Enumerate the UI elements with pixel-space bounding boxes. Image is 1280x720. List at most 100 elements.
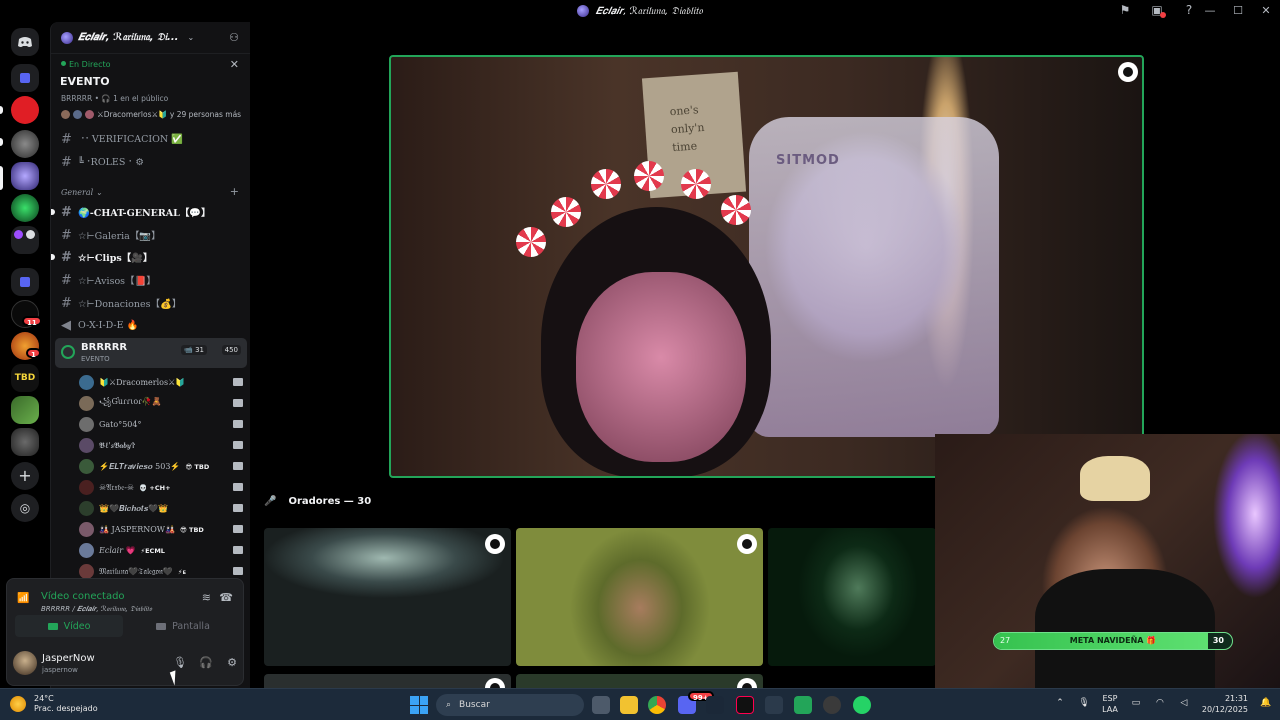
server-folder[interactable] [11,226,39,254]
hash-icon: # [61,272,72,288]
candy-headband-icon [551,197,581,227]
camera-badge-icon[interactable] [737,534,757,554]
weather-widget[interactable]: 24°C Prac. despejado [10,694,98,714]
channel-clips[interactable]: # ☆⊢Clips【🎥】 [51,247,245,267]
logo-tile [410,696,419,705]
video-tile[interactable] [516,674,763,688]
voice-user[interactable]: 🎎 JASPERNOW🎎 😎 TBD [79,519,243,540]
notification-bell-icon[interactable]: 🔔 [1260,698,1272,710]
voice-user[interactable]: 👑🖤𝑩𝒊𝒄𝒉𝒐𝒕𝒔🖤👑 [79,498,243,519]
disconnect-icon[interactable]: ☎ [219,591,233,604]
close-icon[interactable]: ✕ [1252,0,1280,22]
folder-icon[interactable] [11,64,39,92]
close-icon[interactable]: ✕ [230,58,239,71]
minimize-icon[interactable]: — [1196,0,1224,22]
screen-share-button[interactable]: Pantalla [129,615,237,637]
chevron-up-icon[interactable]: ⌃ [1054,698,1066,710]
voice-user[interactable]: ☠𝔄𝔯𝔵𝔟𝔢-☠ 💀 +CH+ [79,477,243,498]
app-icon[interactable] [765,696,783,714]
user-count: 450 [221,345,241,355]
server-icon-landscape[interactable] [11,396,39,424]
display-icon[interactable]: ▭ [1130,698,1142,710]
voice-user[interactable]: ⚡𝑬𝑳𝑻𝒓𝒂𝒗𝒊𝒆𝒔𝒐 503⚡ 😎 TBD [79,456,243,477]
current-user[interactable]: JasperNow jaspernow 🎙 🎧 ⚙ [13,651,239,679]
voice-channel-brrrrr[interactable]: BRRRRR EVENTO 📹 31 450 [55,338,247,368]
server-icon-avatar[interactable] [11,130,39,158]
server-header[interactable]: 𝑬𝒄𝒍𝒂𝒊𝒓, ℛ𝔞𝔯𝔦𝔩𝔲𝔫𝔞, 𝔇𝔦... ⌄ ⚇ [51,22,251,54]
steam-icon[interactable] [706,696,724,714]
channel-avisos[interactable]: # ☆⊢Avisos【📕】 [55,270,245,290]
obs-icon[interactable] [823,696,841,714]
unread-pill [51,209,55,215]
channel-verificacion[interactable]: # ⠐⠂VERIFICACION ✅ [55,129,245,149]
channel-roles[interactable]: # ╚⠐ROLES⠐ ⚙ [55,152,245,172]
clock[interactable]: 21:31 20/12/2025 [1202,693,1248,715]
voice-user[interactable]: Gato°504° [79,414,243,435]
chevron-down-icon: ⌄ [187,33,195,42]
maximize-icon[interactable]: ☐ [1224,0,1252,22]
signal-icon[interactable]: 📶 [17,593,31,607]
category-general[interactable]: General ⌄ [61,188,102,197]
server-icon-red[interactable] [11,96,39,124]
video-tile[interactable] [264,674,511,688]
focused-video-tile[interactable]: one's only'n time SITMOD [389,55,1144,478]
inbox-icon[interactable]: ▣ [1150,3,1166,18]
unread-pill [0,138,3,146]
channel-donaciones[interactable]: # ☆⊢Donaciones【💰】 [55,293,245,313]
camera-badge-icon[interactable] [737,678,757,688]
mic-icon[interactable]: 🎙 [171,654,189,672]
windows-start-icon[interactable] [410,696,428,714]
app-icon-green[interactable] [794,696,812,714]
video-button[interactable]: Vídeo [15,615,123,637]
server-icon-cat[interactable] [11,428,39,456]
flag-icon[interactable]: ⚑ [1118,3,1132,17]
channel-galeria[interactable]: # ☆⊢Galeria【📷】 [55,225,245,245]
wifi-icon[interactable]: ◠ [1154,698,1166,710]
video-tile[interactable] [768,528,936,666]
folder-icon[interactable] [11,268,39,296]
user-panel: 📶 Vídeo conectado BRRRRR / 𝑬𝒄𝒍𝒂𝒊𝒓, ℛ𝔞𝔯𝔦𝔩… [6,578,244,686]
video-label: Vídeo [63,620,91,632]
invite-icon[interactable]: ⚇ [229,31,239,44]
help-icon[interactable]: ? [1182,3,1196,17]
voice-user[interactable]: 𝕭ℓ'𝒔𝕭𝒂𝒃𝒚✞ [79,435,243,456]
clock-date: 20/12/2025 [1201,705,1248,714]
system-tray: ⌃ 🎙 ESP LAA ▭ ◠ ◁ 21:31 20/12/2025 🔔 [1054,693,1272,715]
add-channel-icon[interactable]: + [230,185,239,198]
camera-badge-icon[interactable] [485,534,505,554]
headphones-icon[interactable]: 🎧 [197,654,215,672]
task-view-icon[interactable] [592,696,610,714]
voice-user[interactable]: ꧁Ɠuɾɾιoɾ🥀🧸 [79,393,243,414]
chrome-icon[interactable] [648,696,666,714]
event-meta: BRRRRR • 🎧 1 en el público [61,94,169,103]
server-icon-active[interactable] [11,162,39,190]
taskbar-search[interactable]: ⌕ Buscar [436,694,584,716]
file-explorer-icon[interactable] [620,696,638,714]
voice-user[interactable]: 𝐸𝑐𝑙𝑎𝑖𝑟 💗 ⚡ECML [79,540,243,561]
weather-text: 24°C Prac. despejado [34,694,98,714]
camera-badge-icon[interactable] [485,678,505,688]
settings-gear-icon[interactable]: ⚙ [223,654,241,672]
whatsapp-icon[interactable] [853,696,871,714]
channel-label: ☆⊢Avisos【📕】 [78,276,156,287]
avatar [79,501,94,516]
voice-user[interactable]: 🔰⚔Dracomerlos⚔🔰 [79,372,243,393]
connection-location[interactable]: BRRRRR / 𝑬𝒄𝒍𝒂𝒊𝒓, ℛ𝔞𝔯𝔦𝔩𝔲𝔫𝔞, 𝔇𝔦𝔞𝔟𝔩𝔦𝔱𝔬 [41,605,152,614]
video-tile[interactable] [264,528,511,666]
mic-icon[interactable]: 🎙 [1078,698,1090,710]
discord-home-icon[interactable] [11,28,39,56]
server-icon-green[interactable] [11,194,39,222]
mini-server [26,230,35,239]
discover-icon[interactable]: ◎ [11,494,39,522]
volume-icon[interactable]: ◁ [1178,698,1190,710]
soundboard-icon[interactable]: ≋ [202,591,211,604]
camera-badge-icon[interactable] [1118,62,1138,82]
channel-oxide[interactable]: ◀ O-X-I-D-E 🔥 [55,315,245,335]
server-icon-tbd[interactable]: TBD [11,364,39,392]
channel-chat-general[interactable]: # 🌍-CHAT-GENERAL【💬】 [51,202,245,222]
tiktok-icon[interactable] [736,696,754,714]
add-server-icon[interactable]: + [11,462,39,490]
discord-app: 𝑬𝒄𝒍𝒂𝒊𝒓, ℛ𝔞𝔯𝔦𝔩𝔲𝔫𝔞, 𝔇𝔦𝔞𝔟𝔩𝔦𝔱𝔬 ⚑ ▣ ? — ☐ ✕ 1… [0,0,1280,688]
video-tile[interactable] [516,528,763,666]
language-indicator[interactable]: ESP LAA [1102,693,1118,715]
